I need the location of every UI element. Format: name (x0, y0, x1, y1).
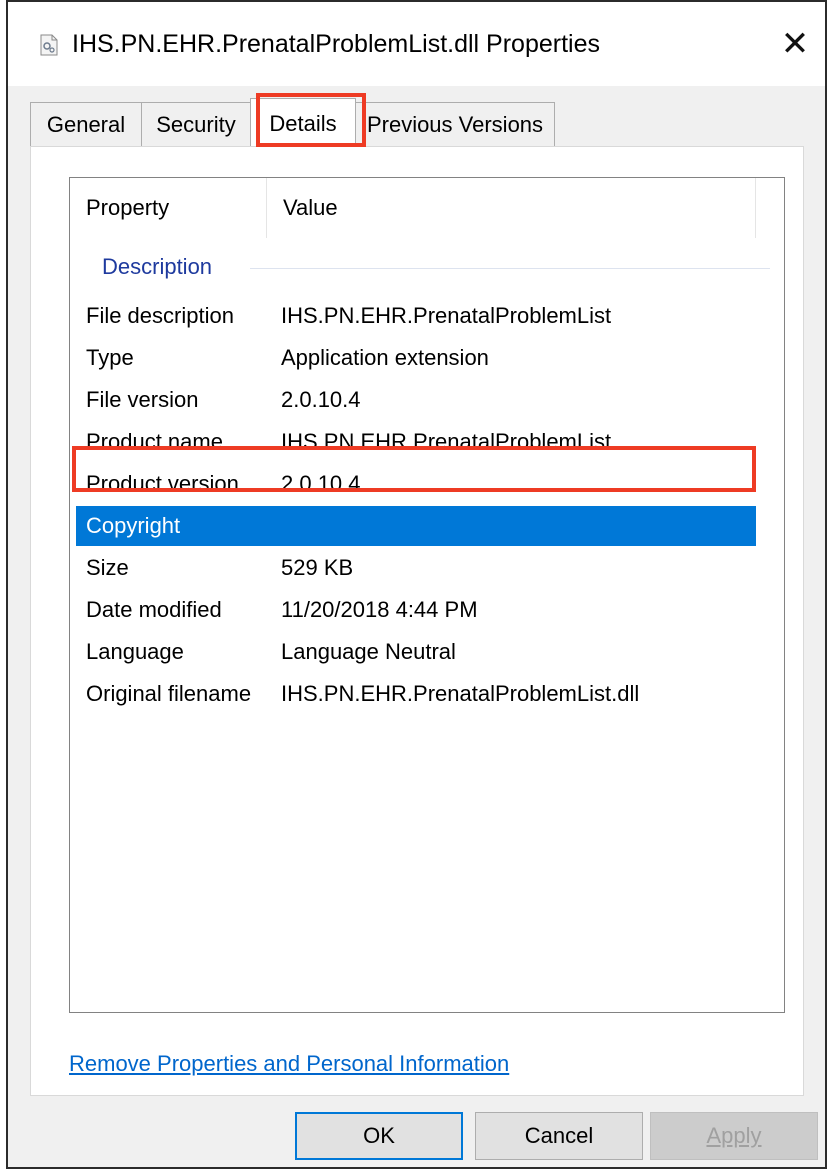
property-value: Application extension (281, 345, 489, 370)
property-name: Type (86, 345, 134, 370)
list-item[interactable]: Product version 2.0.10.4 (76, 464, 756, 504)
property-name: Date modified (86, 597, 222, 622)
property-value: 2.0.10.4 (281, 387, 361, 412)
list-item[interactable]: Type Application extension (76, 338, 756, 378)
list-item[interactable]: Size 529 KB (76, 548, 756, 588)
property-name: Copyright (86, 513, 181, 538)
ok-button[interactable]: OK (295, 1112, 463, 1160)
property-name: Language (86, 639, 184, 664)
details-panel: Property Value Description File descript… (30, 146, 804, 1096)
details-list[interactable]: Property Value Description File descript… (69, 177, 785, 1013)
list-item[interactable]: Original filename IHS.PN.EHR.PrenatalPro… (76, 674, 756, 714)
property-name: Product name (86, 429, 223, 454)
list-item[interactable]: Product name IHS.PN.EHR.PrenatalProblemL… (76, 422, 756, 462)
property-value: 11/20/2018 4:44 PM (281, 597, 478, 622)
cancel-button[interactable]: Cancel (475, 1112, 643, 1160)
properties-dialog: IHS.PN.EHR.PrenatalProblemList.dll Prope… (6, 0, 827, 1169)
column-header-value[interactable]: Value (267, 178, 755, 238)
group-divider (250, 268, 770, 269)
tab-general[interactable]: General (30, 102, 142, 146)
list-item[interactable]: Date modified 11/20/2018 4:44 PM (76, 590, 756, 630)
remove-properties-link[interactable]: Remove Properties and Personal Informati… (69, 1051, 509, 1077)
property-value: 2.0.10.4 (281, 471, 361, 496)
property-value: IHS.PN.EHR.PrenatalProblemList.dll (281, 681, 640, 706)
property-name: Size (86, 555, 129, 580)
group-label-description: Description (102, 254, 213, 279)
list-item[interactable]: Language Language Neutral (76, 632, 756, 672)
property-name: Original filename (86, 681, 252, 706)
list-item[interactable]: File version 2.0.10.4 (76, 380, 756, 420)
property-name: File version (86, 387, 199, 412)
title-bar: IHS.PN.EHR.PrenatalProblemList.dll Prope… (8, 2, 825, 86)
property-value: Language Neutral (281, 639, 456, 664)
apply-button[interactable]: Apply (650, 1112, 818, 1160)
tab-previous-versions[interactable]: Previous Versions (355, 102, 555, 146)
list-item-selected[interactable]: Copyright (76, 506, 756, 546)
dll-file-icon (40, 34, 58, 56)
column-separator[interactable] (755, 178, 756, 238)
column-header-property[interactable]: Property (70, 178, 266, 238)
list-item[interactable]: File description IHS.PN.EHR.PrenatalProb… (76, 296, 756, 336)
window-title: IHS.PN.EHR.PrenatalProblemList.dll Prope… (72, 30, 600, 58)
tab-security[interactable]: Security (141, 102, 251, 146)
tab-details[interactable]: Details (250, 98, 356, 146)
property-value: IHS.PN.EHR.PrenatalProblemList (281, 429, 612, 454)
property-name: File description (86, 303, 234, 328)
property-value: IHS.PN.EHR.PrenatalProblemList (281, 303, 612, 328)
property-name: Product version (86, 471, 239, 496)
close-button[interactable]: ✕ (773, 22, 817, 66)
property-value: 529 KB (281, 555, 354, 580)
